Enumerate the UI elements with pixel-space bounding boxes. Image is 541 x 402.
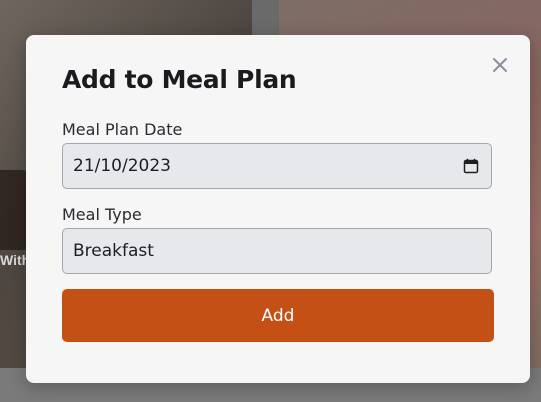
add-to-meal-plan-modal: Add to Meal Plan Meal Plan Date 21/10/20…	[26, 35, 530, 383]
add-button[interactable]: Add	[62, 289, 494, 342]
meal-plan-date-label: Meal Plan Date	[62, 120, 183, 139]
meal-type-value: Breakfast	[73, 241, 154, 261]
meal-plan-date-value: 21/10/2023	[73, 156, 171, 176]
close-icon	[493, 58, 507, 72]
close-button[interactable]	[488, 53, 512, 77]
meal-plan-date-input[interactable]: 21/10/2023	[62, 143, 492, 189]
meal-type-select[interactable]: Breakfast	[62, 228, 492, 274]
calendar-icon[interactable]	[463, 158, 479, 174]
page-backdrop: With Add to Meal Plan Meal Plan Date 21/…	[0, 0, 541, 402]
modal-title: Add to Meal Plan	[62, 65, 297, 94]
meal-type-label: Meal Type	[62, 205, 142, 224]
